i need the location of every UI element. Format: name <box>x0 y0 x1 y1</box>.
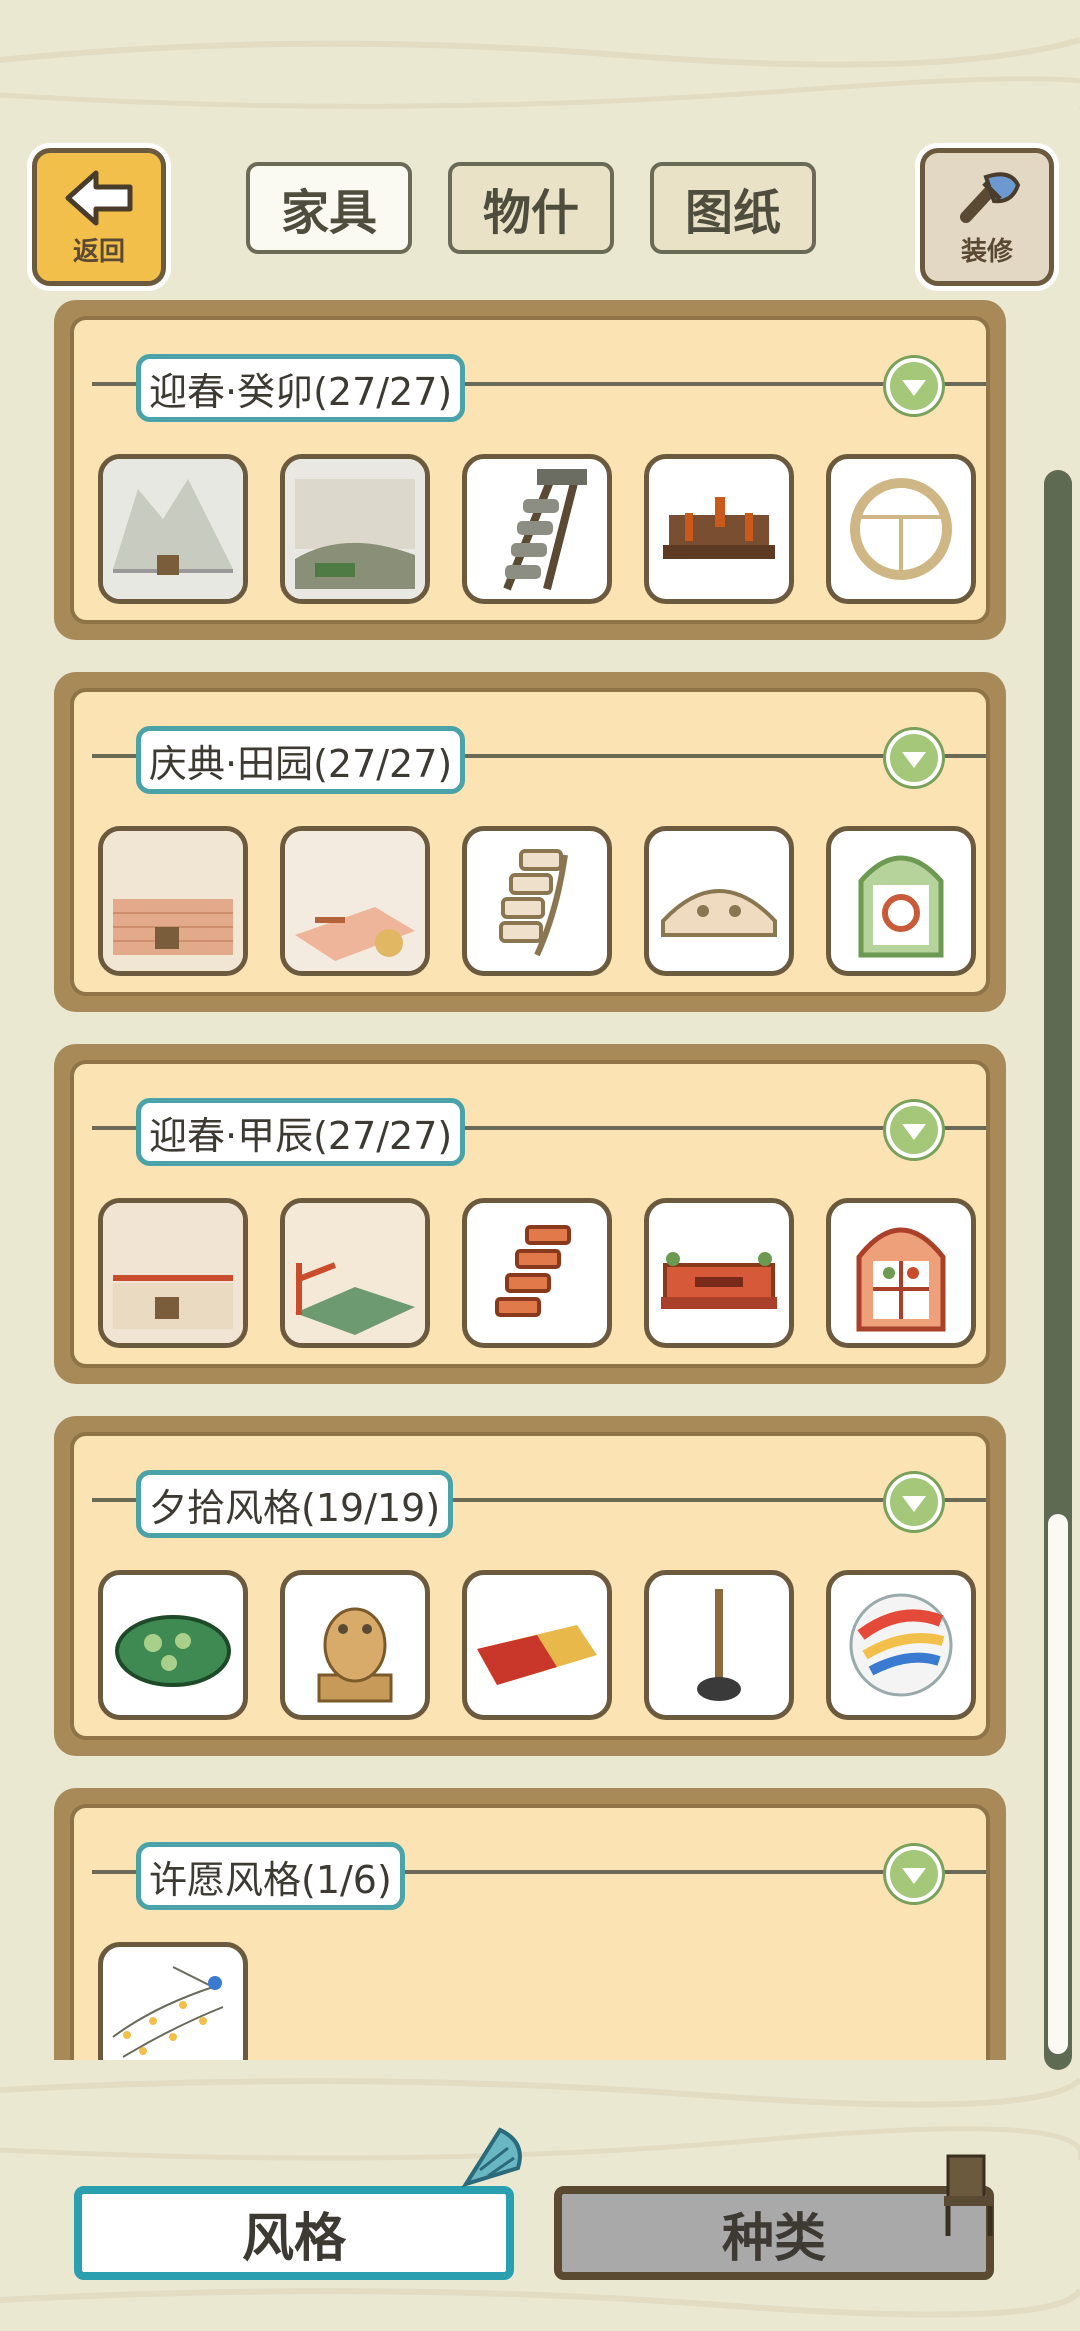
curved-stairs-icon[interactable] <box>462 826 612 976</box>
tab-furniture[interactable]: 家具 <box>246 162 412 254</box>
scrollbar-thumb[interactable] <box>1048 1514 1068 2054</box>
section-title: 迎春·甲辰(27/27) <box>136 1098 466 1166</box>
wood-bench-icon[interactable] <box>644 454 794 604</box>
collapse-toggle-icon[interactable] <box>886 1474 942 1530</box>
tiled-floor-scene-icon[interactable] <box>280 1198 430 1348</box>
style-button[interactable]: 风格 <box>74 2186 514 2280</box>
section-title: 许愿风格(1/6) <box>136 1842 405 1910</box>
category-button-label: 种类 <box>721 2208 826 2269</box>
colorful-ball-icon[interactable] <box>826 1570 976 1720</box>
section-spring-guimao: 迎春·癸卯(27/27) <box>54 300 1006 640</box>
floor-scene-icon[interactable] <box>280 454 430 604</box>
style-button-label: 风格 <box>241 2208 346 2269</box>
back-button[interactable]: 返回 <box>32 148 166 286</box>
wall-scene-icon[interactable] <box>98 454 248 604</box>
cream-bench-icon[interactable] <box>644 826 794 976</box>
red-stairs-icon[interactable] <box>462 1198 612 1348</box>
section-festival-pastoral: 庆典·田园(27/27) <box>54 672 1006 1012</box>
red-wall-scene-icon[interactable] <box>98 1198 248 1348</box>
section-xishi-style: 夕拾风格(19/19) <box>54 1416 1006 1756</box>
chair-icon <box>944 2154 994 2236</box>
collapse-toggle-icon[interactable] <box>886 1846 942 1902</box>
category-button[interactable]: 种类 <box>554 2186 994 2280</box>
section-wish-style: 许愿风格(1/6) <box>54 1788 1006 2060</box>
decorate-button[interactable]: 装修 <box>920 148 1054 286</box>
collapse-toggle-icon[interactable] <box>886 1102 942 1158</box>
collapse-toggle-icon[interactable] <box>886 730 942 786</box>
section-title: 迎春·癸卯(27/27) <box>136 354 466 422</box>
green-frog-stone-icon[interactable] <box>98 1570 248 1720</box>
pole-lamp-icon[interactable] <box>644 1570 794 1720</box>
tab-items[interactable]: 物什 <box>448 162 614 254</box>
round-window-icon[interactable] <box>826 454 976 604</box>
ladder-icon[interactable] <box>462 454 612 604</box>
section-title: 夕拾风格(19/19) <box>136 1470 454 1538</box>
back-arrow-icon <box>65 170 133 225</box>
back-label: 返回 <box>72 236 125 267</box>
patterned-floor-scene-icon[interactable] <box>280 826 430 976</box>
brick-wall-scene-icon[interactable] <box>98 826 248 976</box>
seashell-icon <box>461 2127 522 2188</box>
style-sections-list[interactable]: 迎春·癸卯(27/27) 庆典·田园(27/27) 迎春·甲辰(27/27) 夕… <box>0 300 1060 2060</box>
rug-icon[interactable] <box>462 1570 612 1720</box>
section-title: 庆典·田园(27/27) <box>136 726 466 794</box>
section-spring-jiachen: 迎春·甲辰(27/27) <box>54 1044 1006 1384</box>
tab-blueprints[interactable]: 图纸 <box>650 162 816 254</box>
arched-window-icon[interactable] <box>826 1198 976 1348</box>
decorate-label: 装修 <box>960 236 1013 267</box>
frog-statue-icon[interactable] <box>280 1570 430 1720</box>
paint-brush-icon <box>960 171 1021 223</box>
red-bench-icon[interactable] <box>644 1198 794 1348</box>
scrollbar-track[interactable] <box>1044 470 1072 2070</box>
collapse-toggle-icon[interactable] <box>886 358 942 414</box>
green-window-icon[interactable] <box>826 826 976 976</box>
star-garland-icon[interactable] <box>98 1942 248 2060</box>
